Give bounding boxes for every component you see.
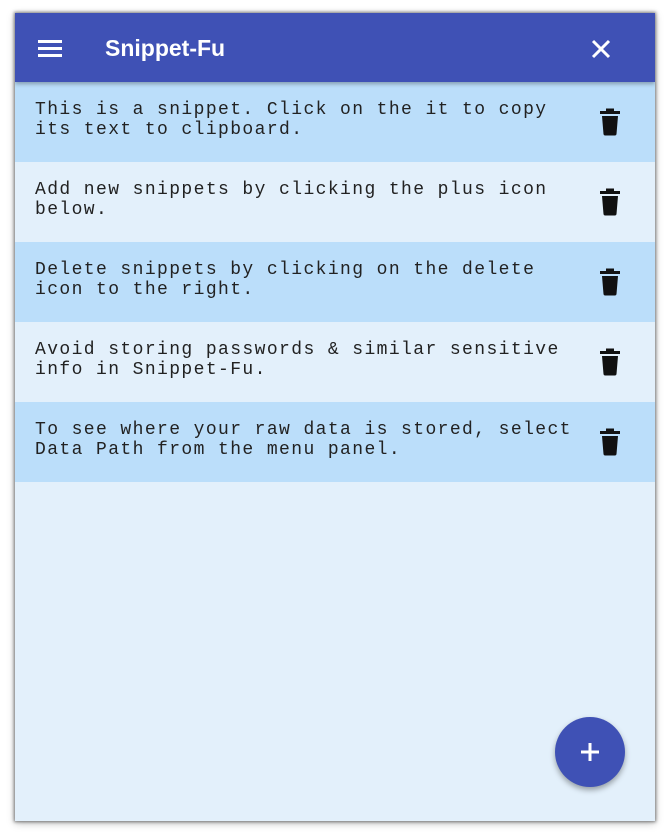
trash-icon — [600, 108, 620, 136]
snippet-text: Delete snippets by clicking on the delet… — [35, 260, 536, 300]
trash-icon — [600, 428, 620, 456]
delete-button[interactable] — [598, 428, 622, 456]
delete-button[interactable] — [598, 348, 622, 376]
delete-button[interactable] — [598, 108, 622, 136]
snippet-item[interactable]: Add new snippets by clicking the plus ic… — [15, 162, 655, 242]
menu-button[interactable] — [35, 34, 65, 64]
trash-icon — [600, 268, 620, 296]
app-window: Snippet-Fu This is a snippet. Click on t… — [15, 13, 655, 821]
snippet-item[interactable]: To see where your raw data is stored, se… — [15, 402, 655, 482]
plus-icon — [581, 743, 599, 761]
app-bar: Snippet-Fu — [15, 13, 655, 82]
snippet-list: This is a snippet. Click on the it to co… — [15, 82, 655, 482]
snippet-text: Avoid storing passwords & similar sensit… — [35, 340, 560, 380]
trash-icon — [600, 348, 620, 376]
add-snippet-button[interactable] — [555, 717, 625, 787]
snippet-text: This is a snippet. Click on the it to co… — [35, 100, 548, 140]
snippet-text: To see where your raw data is stored, se… — [35, 420, 572, 460]
snippet-text: Add new snippets by clicking the plus ic… — [35, 180, 548, 220]
app-title: Snippet-Fu — [105, 35, 226, 61]
snippet-item[interactable]: This is a snippet. Click on the it to co… — [15, 82, 655, 162]
snippet-item[interactable]: Delete snippets by clicking on the delet… — [15, 242, 655, 322]
delete-button[interactable] — [598, 268, 622, 296]
close-icon — [591, 39, 611, 59]
close-button[interactable] — [587, 35, 615, 63]
trash-icon — [600, 188, 620, 216]
snippet-item[interactable]: Avoid storing passwords & similar sensit… — [15, 322, 655, 402]
hamburger-menu-icon — [38, 40, 62, 57]
delete-button[interactable] — [598, 188, 622, 216]
